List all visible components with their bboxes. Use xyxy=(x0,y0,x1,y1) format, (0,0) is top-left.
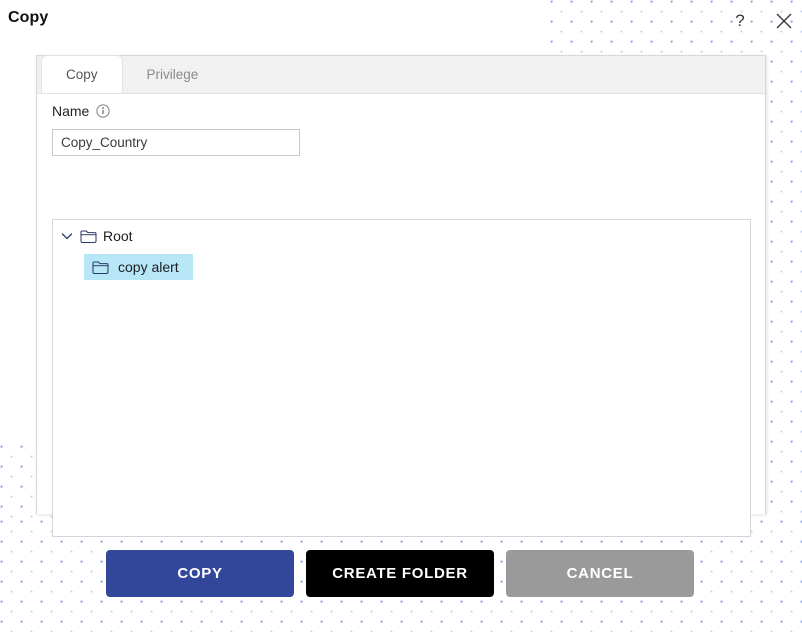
copy-dialog-card: Copy Privilege Name Copy_Country Root co… xyxy=(36,55,766,537)
tree-node-root[interactable]: Root xyxy=(53,223,133,249)
folder-tree-panel[interactable]: Root copy alert xyxy=(52,219,751,537)
dialog-button-row: COPY CREATE FOLDER CANCEL xyxy=(0,550,802,598)
tree-node-label: copy alert xyxy=(118,259,179,275)
page-title: Copy xyxy=(8,9,49,26)
folder-icon xyxy=(80,229,97,244)
tab-copy[interactable]: Copy xyxy=(41,55,123,93)
svg-text:?: ? xyxy=(735,11,744,30)
folder-icon xyxy=(92,260,109,275)
card-body: Name Copy_Country Root copy alert xyxy=(37,94,765,537)
window-header: Copy ? xyxy=(0,0,802,41)
name-label: Name xyxy=(52,103,90,119)
chevron-down-icon[interactable] xyxy=(60,229,74,243)
tab-bar: Copy Privilege xyxy=(37,55,765,94)
tree-node-label: Root xyxy=(103,228,133,244)
name-field-row: Name xyxy=(52,103,110,119)
cancel-button[interactable]: CANCEL xyxy=(506,550,694,597)
name-input[interactable] xyxy=(52,129,300,156)
tab-privilege[interactable]: Privilege xyxy=(123,56,223,93)
info-circle-icon[interactable] xyxy=(96,104,110,118)
close-icon[interactable] xyxy=(771,8,797,34)
tree-node-copy-alert[interactable]: copy alert xyxy=(84,254,193,280)
copy-button[interactable]: COPY xyxy=(106,550,294,597)
create-folder-button[interactable]: CREATE FOLDER xyxy=(306,550,494,597)
help-icon[interactable]: ? xyxy=(727,8,753,34)
